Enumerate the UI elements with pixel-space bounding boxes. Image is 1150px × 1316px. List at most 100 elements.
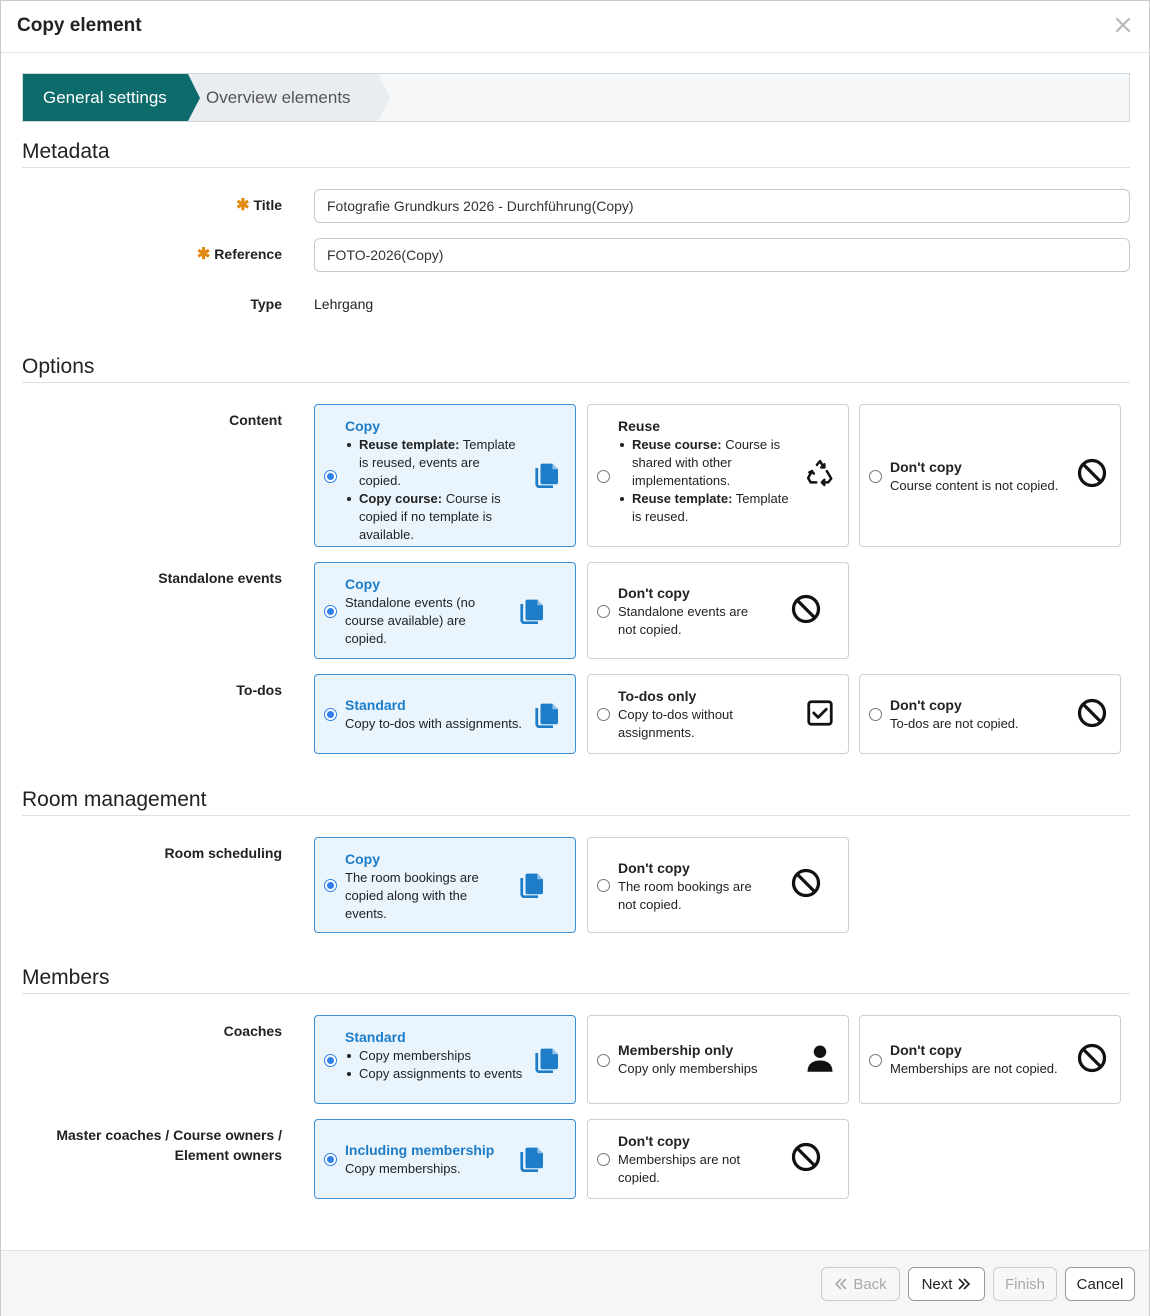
- owners-dont-copy-card[interactable]: Don't copy Memberships are not copied.: [587, 1119, 849, 1199]
- card-description: Memberships are not copied.: [618, 1152, 741, 1185]
- ban-icon: [791, 868, 821, 898]
- ban-icon: [1077, 1043, 1107, 1073]
- copy-element-dialog: Copy element Overview elements General s…: [0, 0, 1150, 1316]
- card-description: To-dos are not copied.: [890, 716, 1019, 731]
- card-title: Copy: [345, 418, 380, 434]
- recycle-icon: [806, 459, 833, 487]
- checkbox-icon: [807, 700, 833, 726]
- coaches-membership-only-radio[interactable]: [597, 1054, 610, 1067]
- owners-including-membership-radio[interactable]: [324, 1153, 337, 1166]
- step-general-settings[interactable]: General settings: [23, 74, 200, 121]
- copy-icon: [535, 703, 558, 728]
- card-title: Don't copy: [890, 459, 962, 475]
- coaches-standard-radio[interactable]: [324, 1054, 337, 1067]
- copy-icon: [520, 1147, 543, 1172]
- standalone-copy-card[interactable]: Copy Standalone events (no course availa…: [314, 562, 576, 659]
- todos-dont-copy-radio[interactable]: [869, 708, 882, 721]
- content-copy-radio[interactable]: [324, 470, 337, 483]
- card-title: Don't copy: [890, 697, 962, 713]
- coaches-dont-copy-radio[interactable]: [869, 1054, 882, 1067]
- back-button[interactable]: Back: [821, 1267, 900, 1301]
- card-title: Standard: [345, 697, 406, 713]
- list-item: Reuse template: Template is reused, even…: [345, 436, 525, 490]
- double-chevron-left-icon: [835, 1278, 847, 1290]
- card-description: Standalone events (no course available) …: [345, 595, 476, 646]
- rooms-dont-copy-card[interactable]: Don't copy The room bookings are not cop…: [587, 837, 849, 933]
- standalone-dont-copy-radio[interactable]: [597, 605, 610, 618]
- divider: [22, 993, 1130, 994]
- list-item: Copy memberships: [345, 1047, 530, 1065]
- rooms-dont-copy-radio[interactable]: [597, 879, 610, 892]
- todos-dont-copy-card[interactable]: Don't copy To-dos are not copied.: [859, 674, 1121, 754]
- type-label: Type: [250, 296, 282, 312]
- card-title: Don't copy: [618, 860, 690, 876]
- card-title: Including membership: [345, 1142, 495, 1158]
- close-icon[interactable]: [1111, 13, 1135, 37]
- step-label: General settings: [43, 87, 167, 107]
- card-title: Reuse: [618, 418, 661, 434]
- card-description: Memberships are not copied.: [890, 1061, 1058, 1076]
- owners-label: Master coaches / Course owners / Element …: [56, 1127, 282, 1163]
- todos-only-card[interactable]: To-dos only Copy to-dos without assignme…: [587, 674, 849, 754]
- copy-icon: [520, 599, 543, 624]
- card-title: Copy: [345, 576, 380, 592]
- content-reuse-radio[interactable]: [597, 470, 610, 483]
- standalone-events-label: Standalone events: [158, 570, 282, 586]
- list-item: Reuse course: Course is shared with othe…: [618, 436, 790, 490]
- list-item: Copy assignments to events: [345, 1065, 530, 1083]
- coaches-membership-only-card[interactable]: Membership only Copy only memberships: [587, 1015, 849, 1104]
- double-chevron-right-icon: [958, 1278, 971, 1290]
- ban-icon: [1077, 698, 1107, 728]
- card-title: Don't copy: [618, 1133, 690, 1149]
- wizard-steps: Overview elements General settings: [22, 73, 1130, 122]
- card-title: Membership only: [618, 1042, 734, 1058]
- section-options-title: Options: [22, 355, 95, 378]
- step-overview-elements[interactable]: Overview elements: [188, 74, 390, 121]
- copy-icon: [535, 463, 558, 488]
- content-dont-copy-radio[interactable]: [869, 470, 882, 483]
- type-value: Lehrgang: [314, 296, 374, 312]
- rooms-copy-card[interactable]: Copy The room bookings are copied along …: [314, 837, 576, 933]
- cancel-button[interactable]: Cancel: [1065, 1267, 1135, 1301]
- content-reuse-card[interactable]: Reuse Reuse course: Course is shared wit…: [587, 404, 849, 547]
- divider: [22, 382, 1130, 383]
- todos-only-radio[interactable]: [597, 708, 610, 721]
- section-room-management-title: Room management: [22, 788, 207, 811]
- dialog-footer: Back Next Finish Cancel: [1, 1250, 1149, 1316]
- reference-label: ✱ Reference: [196, 246, 282, 263]
- card-description: Copy to-dos without assignments.: [618, 707, 733, 740]
- todos-standard-card[interactable]: Standard Copy to-dos with assignments.: [314, 674, 576, 754]
- content-dont-copy-card[interactable]: Don't copy Course content is not copied.: [859, 404, 1121, 547]
- dialog-title: Copy element: [17, 15, 142, 36]
- coaches-dont-copy-card[interactable]: Don't copy Memberships are not copied.: [859, 1015, 1121, 1104]
- coaches-label: Coaches: [223, 1023, 282, 1039]
- coaches-standard-card[interactable]: Standard Copy memberships Copy assignmen…: [314, 1015, 576, 1104]
- section-metadata-title: Metadata: [22, 140, 110, 163]
- finish-button[interactable]: Finish: [993, 1267, 1057, 1301]
- title-input[interactable]: [314, 189, 1130, 223]
- todos-standard-radio[interactable]: [324, 708, 337, 721]
- divider: [22, 815, 1130, 816]
- list-item: Copy course: Course is copied if no temp…: [345, 490, 525, 544]
- ban-icon: [791, 1142, 821, 1172]
- list-item: Reuse template: Template is reused.: [618, 490, 790, 526]
- rooms-copy-radio[interactable]: [324, 879, 337, 892]
- content-label: Content: [229, 412, 282, 428]
- required-icon: ✱: [236, 197, 250, 214]
- reference-input[interactable]: [314, 238, 1130, 272]
- card-title: Don't copy: [618, 585, 690, 601]
- ban-icon: [1077, 458, 1107, 488]
- required-icon: ✱: [196, 246, 211, 263]
- next-button[interactable]: Next: [908, 1267, 985, 1301]
- owners-dont-copy-radio[interactable]: [597, 1153, 610, 1166]
- card-description: The room bookings are copied along with …: [345, 870, 479, 921]
- standalone-copy-radio[interactable]: [324, 605, 337, 618]
- section-members-title: Members: [22, 966, 110, 989]
- card-description: Standalone events are not copied.: [618, 604, 749, 637]
- standalone-dont-copy-card[interactable]: Don't copy Standalone events are not cop…: [587, 562, 849, 659]
- title-label: ✱ Title: [236, 197, 282, 214]
- card-description: Copy memberships.: [345, 1161, 461, 1176]
- content-copy-card[interactable]: Copy Reuse template: Template is reused,…: [314, 404, 576, 547]
- owners-including-membership-card[interactable]: Including membership Copy memberships.: [314, 1119, 576, 1199]
- step-label: Overview elements: [206, 87, 351, 107]
